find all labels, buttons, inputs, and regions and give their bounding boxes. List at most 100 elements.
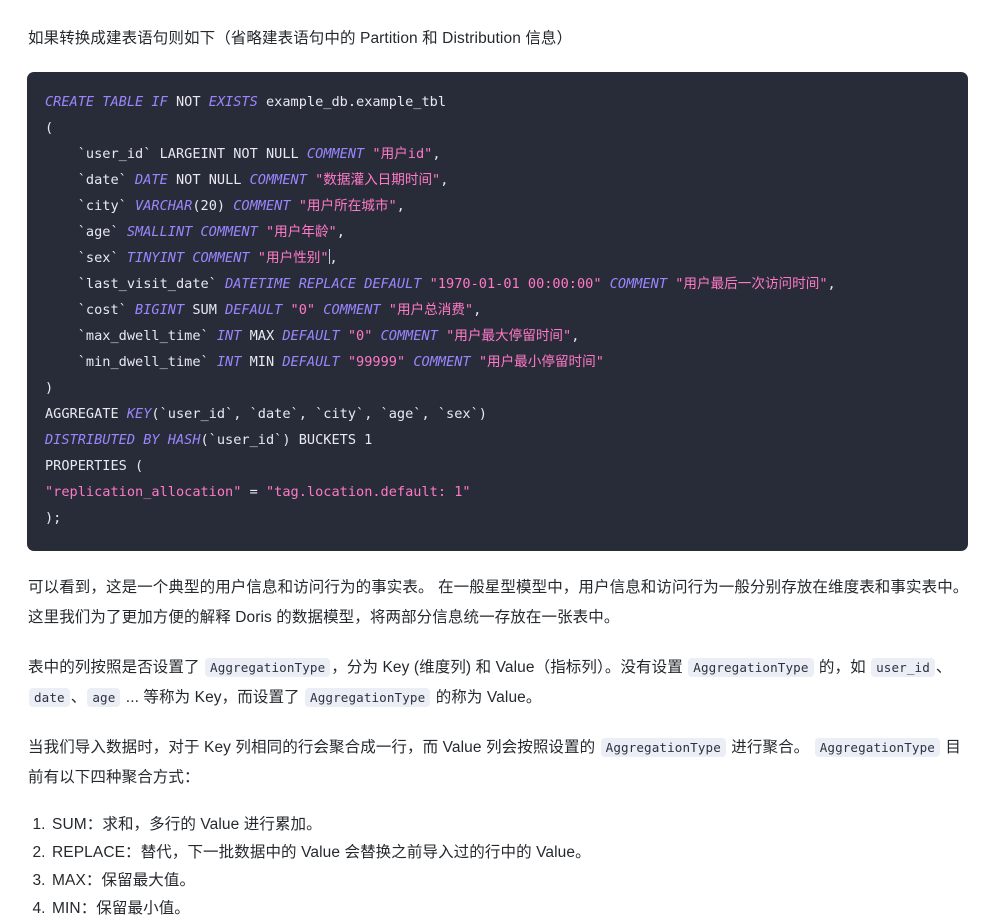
code-token-pln: `city`: [45, 197, 136, 214]
code-token-pln: ,: [329, 249, 338, 266]
code-token-str: "用户性别": [257, 249, 329, 266]
sql-code-block[interactable]: CREATE TABLE IF NOT EXISTS example_db.ex…: [27, 71, 968, 551]
inline-code: date: [29, 687, 70, 707]
code-line: `sex` TINYINT COMMENT "用户性别",: [45, 245, 950, 271]
code-token-pln: ,: [432, 145, 441, 162]
code-token-kw: INT: [216, 327, 242, 344]
code-token-kw: COMMENT: [233, 197, 291, 214]
inline-code: age: [87, 687, 121, 707]
code-token-kw: INT: [216, 353, 242, 370]
code-token-kw: TINYINT COMMENT: [126, 249, 250, 266]
code-token-pln: AGGREGATE: [45, 405, 127, 422]
code-line: `min_dwell_time` INT MIN DEFAULT "99999"…: [45, 349, 950, 375]
document-page: 如果转换成建表语句则如下（省略建表语句中的 Partition 和 Distri…: [0, 16, 999, 923]
code-token-pln: ,: [336, 223, 345, 240]
aggregation-type-list: SUM：求和，多行的 Value 进行累加。REPLACE：替代，下一批数据中的…: [0, 811, 999, 923]
list-item: MAX：保留最大值。: [50, 867, 999, 895]
sql-code-content: CREATE TABLE IF NOT EXISTS example_db.ex…: [45, 89, 950, 531]
code-token-pln: [471, 354, 479, 370]
code-line: `city` VARCHAR(20) COMMENT "用户所在城市",: [45, 193, 950, 219]
code-line: `last_visit_date` DATETIME REPLACE DEFAU…: [45, 271, 950, 297]
code-token-pln: MIN: [241, 353, 283, 370]
code-line: `cost` BIGINT SUM DEFAULT "0" COMMENT "用…: [45, 297, 950, 323]
code-token-str: "用户年龄": [265, 223, 337, 240]
code-token-kw: VARCHAR: [135, 197, 193, 214]
code-token-pln: [282, 302, 290, 318]
code-block-container: CREATE TABLE IF NOT EXISTS example_db.ex…: [27, 71, 968, 551]
code-token-kw: COMMENT: [306, 145, 365, 162]
code-token-pln: (`user_id`) BUCKETS 1: [200, 431, 373, 448]
code-token-pln: =: [241, 483, 266, 500]
code-token-pln: ,: [571, 327, 580, 344]
inline-code: AggregationType: [600, 737, 726, 757]
inline-code: AggregationType: [688, 657, 814, 677]
inline-code: user_id: [871, 657, 935, 677]
code-token-pln: NOT: [167, 93, 209, 110]
code-token-kw: EXISTS: [208, 93, 258, 110]
code-line: `user_id` LARGEINT NOT NULL COMMENT "用户i…: [45, 141, 950, 167]
code-token-pln: `user_id` LARGEINT NOT NULL: [45, 145, 307, 162]
list-item: SUM：求和，多行的 Value 进行累加。: [50, 811, 999, 839]
code-token-str: "1970-01-01 00:00:00": [429, 275, 602, 292]
code-line: PROPERTIES (: [45, 453, 950, 479]
code-token-pln: example_db.example_tbl: [257, 93, 447, 110]
paragraph-key-value: 表中的列按照是否设置了 AggregationType ，分为 Key (维度列)…: [28, 657, 952, 707]
code-token-str: "用户总消费": [388, 301, 474, 318]
code-token-pln: SUM: [184, 301, 226, 318]
code-token-kw: DEFAULT: [282, 353, 340, 370]
code-token-pln: [421, 276, 429, 292]
code-token-str: "tag.location.default: 1": [265, 483, 471, 500]
code-token-kw: COMMENT: [380, 327, 438, 344]
code-line: DISTRIBUTED BY HASH(`user_id`) BUCKETS 1: [45, 427, 950, 453]
paragraph-fact-table: 可以看到，这是一个典型的用户信息和访问行为的事实表。 在一般星型模型中，用户信息…: [28, 578, 969, 626]
code-token-str: "用户最后一次访问时间": [675, 275, 828, 292]
code-token-kw: BIGINT: [135, 301, 185, 318]
code-token-pln: `age`: [45, 223, 127, 240]
code-line: CREATE TABLE IF NOT EXISTS example_db.ex…: [45, 89, 950, 115]
code-token-pln: ,: [440, 171, 449, 188]
code-token-pln: `last_visit_date`: [45, 275, 226, 292]
paragraph-import: 当我们导入数据时，对于 Key 列相同的行会聚合成一行，而 Value 列会按照…: [28, 737, 961, 786]
inline-code: AggregationType: [205, 657, 331, 677]
code-token-kw: DEFAULT: [282, 327, 340, 344]
inline-code: AggregationType: [814, 737, 940, 757]
code-line: `age` SMALLINT COMMENT "用户年龄",: [45, 219, 950, 245]
code-token-pln: PROPERTIES (: [45, 457, 144, 474]
code-line: `date` DATE NOT NULL COMMENT "数据灌入日期时间",: [45, 167, 950, 193]
code-token-pln: ): [45, 379, 54, 396]
code-token-kw: CREATE TABLE IF: [45, 93, 168, 110]
code-token-pln: [250, 250, 258, 266]
code-token-str: "99999": [347, 353, 406, 370]
code-token-pln: [438, 328, 446, 344]
code-token-pln: [602, 276, 610, 292]
code-token-kw: DATETIME REPLACE DEFAULT: [225, 275, 422, 292]
code-token-pln: (`user_id`, `date`, `city`, `age`, `sex`…: [151, 405, 487, 422]
code-token-kw: COMMENT: [413, 353, 471, 370]
code-token-str: "用户所在城市": [298, 197, 397, 214]
list-item: REPLACE：替代，下一批数据中的 Value 会替换之前导入过的行中的 Va…: [50, 839, 999, 867]
code-line: );: [45, 505, 950, 531]
code-token-pln: `max_dwell_time`: [45, 327, 217, 344]
code-token-kw: DATE: [135, 171, 168, 188]
code-token-pln: [381, 302, 389, 318]
code-token-pln: MAX: [241, 327, 283, 344]
code-token-kw: COMMENT: [249, 171, 307, 188]
code-token-str: "0": [347, 327, 373, 344]
code-token-pln: `date`: [45, 171, 136, 188]
code-token-pln: [372, 328, 380, 344]
code-token-pln: ,: [473, 301, 482, 318]
code-token-str: "replication_allocation": [45, 483, 242, 500]
code-token-kw: COMMENT: [609, 275, 668, 292]
code-token-pln: ,: [396, 197, 405, 214]
code-token-kw: DEFAULT: [225, 301, 283, 318]
code-token-kw: KEY: [126, 405, 152, 422]
code-token-str: "用户最大停留时间": [446, 327, 572, 344]
code-line: (: [45, 115, 950, 141]
code-token-str: "0": [290, 301, 316, 318]
code-token-pln: [307, 172, 315, 188]
code-token-pln: NOT NULL: [167, 171, 250, 188]
code-line: ): [45, 375, 950, 401]
code-token-pln: [291, 198, 299, 214]
code-token-pln: `min_dwell_time`: [45, 353, 217, 370]
code-token-kw: SMALLINT COMMENT: [126, 223, 258, 240]
